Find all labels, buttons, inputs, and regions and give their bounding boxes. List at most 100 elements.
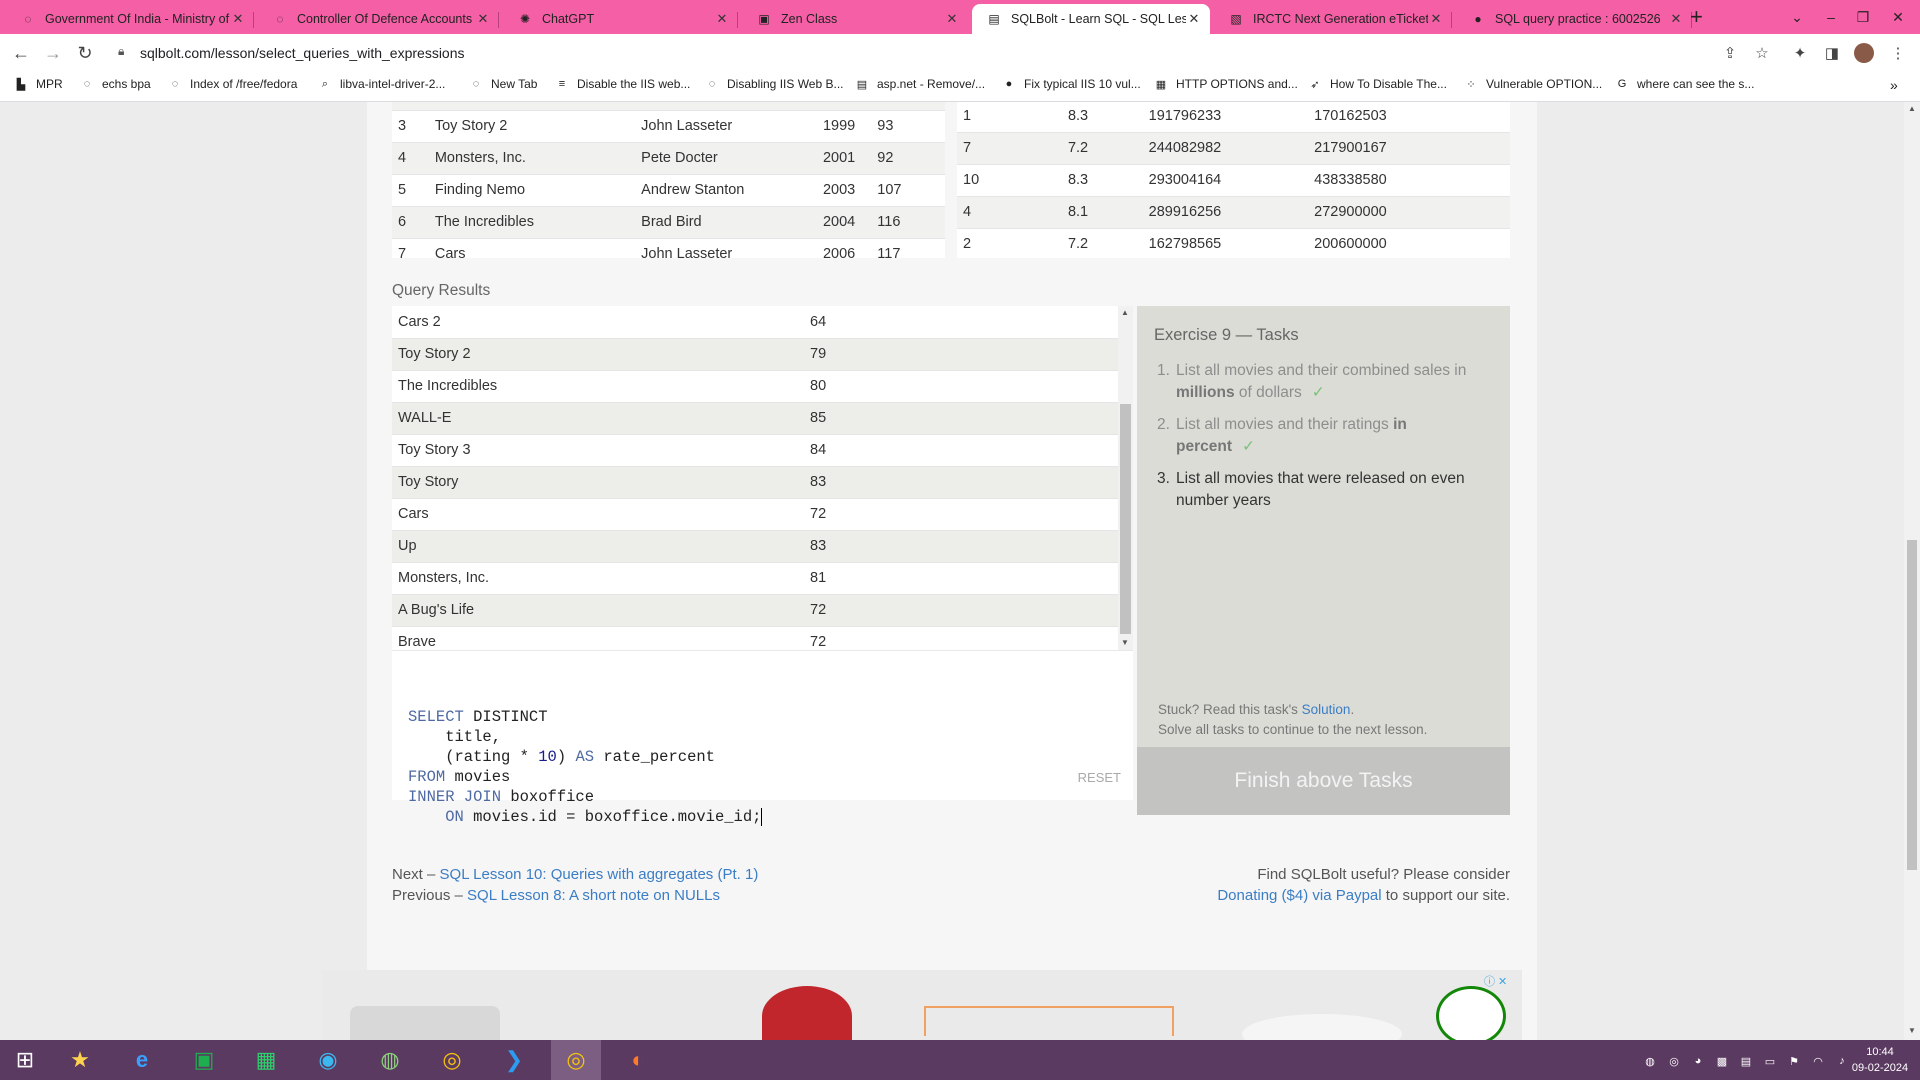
- page-scroll-up-icon[interactable]: ▲: [1908, 104, 1916, 113]
- tab-6[interactable]: ▧ IRCTC Next Generation eTicketing ✕: [1214, 4, 1452, 34]
- results-scrollbar[interactable]: ▲ ▼: [1118, 306, 1133, 650]
- query-results-table[interactable]: Cars 2 64 Toy Story 2 79 The Incredibles 80 WA…: [392, 306, 1133, 650]
- table-row: 4 8.1 289916256 272900000: [957, 196, 1510, 229]
- bookmark-item[interactable]: ▤ asp.net - Remove/...: [855, 77, 985, 91]
- start-icon[interactable]: ⊞: [0, 1040, 50, 1080]
- chrome-active-icon[interactable]: ◎: [551, 1040, 601, 1080]
- page-scrollbar-thumb[interactable]: [1907, 540, 1917, 870]
- page-scrollbar[interactable]: ▲ ▼: [1904, 102, 1920, 1040]
- language-icon[interactable]: ◍: [1642, 1053, 1658, 1069]
- edge-icon[interactable]: ◉: [303, 1040, 353, 1080]
- bookmark-item[interactable]: ◌ New Tab: [469, 77, 538, 91]
- table-cell: 92: [871, 142, 945, 175]
- chrome-tray-icon[interactable]: ◎: [1666, 1053, 1682, 1069]
- solution-link[interactable]: Solution: [1302, 702, 1351, 717]
- vscode-icon[interactable]: ❯: [489, 1040, 539, 1080]
- side-panel-icon[interactable]: ◨: [1820, 41, 1844, 65]
- favorites-app-icon[interactable]: ★: [55, 1040, 105, 1080]
- store-app-icon[interactable]: ▣: [179, 1040, 229, 1080]
- volume-icon[interactable]: ♪: [1834, 1053, 1850, 1069]
- tab-title: SQL query practice : 6002526: [1495, 12, 1661, 26]
- tab-7[interactable]: ● SQL query practice : 6002526 ✕: [1456, 4, 1692, 34]
- dots-icon: ⁘: [1466, 78, 1476, 91]
- address-bar[interactable]: 🔒︎ sqlbolt.com/lesson/select_queries_wit…: [106, 37, 1796, 68]
- scroll-down-icon[interactable]: ▼: [1121, 638, 1129, 647]
- tab-1[interactable]: ◌ Government Of India - Ministry of ✕: [6, 4, 254, 34]
- menu-icon[interactable]: ⋮: [1886, 41, 1910, 65]
- bookmark-item[interactable]: ◌ echs bpa: [80, 77, 151, 91]
- bookmark-item[interactable]: ◌ Disabling IIS Web B...: [705, 77, 844, 91]
- new-tab-button[interactable]: +: [1690, 6, 1703, 28]
- close-window-icon[interactable]: ✕: [1880, 0, 1916, 34]
- code-token: AS: [575, 748, 595, 766]
- bookmark-item[interactable]: ≡ Disable the IIS web...: [555, 77, 691, 91]
- tab-3[interactable]: ✺ ChatGPT ✕: [503, 4, 738, 34]
- ad-banner[interactable]: ⓘ ✕: [322, 970, 1522, 1040]
- share-icon[interactable]: ⇪: [1718, 41, 1742, 65]
- bookmark-item[interactable]: ⁘ Vulnerable OPTION...: [1464, 77, 1602, 91]
- table-row: 10 8.3 293004164 438338580: [957, 164, 1510, 197]
- restore-icon[interactable]: ❐: [1848, 0, 1878, 34]
- close-tab-icon[interactable]: ✕: [230, 11, 246, 27]
- wifi-icon[interactable]: ◠: [1810, 1053, 1826, 1069]
- display-tray-icon[interactable]: ▭: [1762, 1053, 1778, 1069]
- tasks-panel: Exercise 9 — Tasks 1. List all movies and…: [1137, 306, 1510, 815]
- close-tab-icon[interactable]: ✕: [714, 11, 730, 27]
- sql-editor[interactable]: SELECT DISTINCT title, (rating * 10) AS …: [392, 650, 1133, 826]
- close-tab-icon[interactable]: ✕: [1186, 11, 1202, 27]
- result-cell: The Incredibles: [392, 370, 804, 403]
- network-app-icon[interactable]: ◍: [365, 1040, 415, 1080]
- firefox-icon[interactable]: ◐: [613, 1040, 663, 1080]
- bookmark-item[interactable]: ▦ HTTP OPTIONS and...: [1154, 77, 1298, 91]
- result-row: WALL-E 85: [392, 402, 1118, 435]
- tab-4[interactable]: ▣ Zen Class ✕: [742, 4, 968, 34]
- finish-tasks-button[interactable]: Finish above Tasks: [1137, 747, 1510, 815]
- lesson-nav: Next – SQL Lesson 10: Queries with aggre…: [392, 866, 759, 904]
- close-tab-icon[interactable]: ✕: [1668, 11, 1684, 27]
- tab-5[interactable]: ▤ SQLBolt - Learn SQL - SQL Lesson✕: [972, 4, 1210, 34]
- bookmark-item[interactable]: ➶ How To Disable The...: [1308, 77, 1447, 91]
- reset-button[interactable]: RESET: [1078, 768, 1121, 788]
- internet-explorer-icon[interactable]: e: [117, 1040, 167, 1080]
- security-tray-icon[interactable]: ▩: [1714, 1053, 1730, 1069]
- minimize-icon[interactable]: –: [1816, 0, 1846, 34]
- more-bookmarks-icon[interactable]: »: [1890, 77, 1898, 93]
- next-lesson-link[interactable]: SQL Lesson 10: Queries with aggregates (…: [440, 866, 759, 883]
- result-cell: 64: [804, 306, 1118, 339]
- previous-lesson-link[interactable]: SQL Lesson 8: A short note on NULLs: [467, 887, 720, 904]
- stack-icon: ≡: [558, 78, 566, 90]
- tray-icon[interactable]: ◕: [1690, 1053, 1706, 1069]
- table-cell: Cars: [428, 238, 636, 258]
- close-tab-icon[interactable]: ✕: [1428, 11, 1444, 27]
- close-tab-icon[interactable]: ✕: [944, 11, 960, 27]
- donate-link[interactable]: Donating ($4) via Paypal: [1217, 887, 1381, 904]
- tab-2[interactable]: ◌ Controller Of Defence Accounts (✕: [258, 4, 499, 34]
- task-text: List all movies that were released on ev…: [1176, 470, 1465, 509]
- bookmark-item[interactable]: ▙ MPR: [14, 77, 63, 91]
- result-cell: 83: [804, 466, 1118, 499]
- database-icon: ▤: [988, 12, 1000, 26]
- table-cell: 116: [871, 206, 945, 239]
- reload-icon[interactable]: ↻: [74, 42, 96, 64]
- bookmark-item[interactable]: ⌕ libva-intel-driver-2...: [318, 77, 445, 91]
- extensions-icon[interactable]: ✦: [1788, 41, 1812, 65]
- adchoices-icon[interactable]: ⓘ ✕: [1484, 973, 1507, 989]
- calculator-icon[interactable]: ▦: [241, 1040, 291, 1080]
- bookmark-item[interactable]: Gwhere can see the s...: [1615, 77, 1755, 91]
- chrome-icon[interactable]: ◎: [427, 1040, 477, 1080]
- scrollbar-thumb[interactable]: [1120, 404, 1131, 634]
- scroll-up-icon[interactable]: ▲: [1121, 308, 1129, 317]
- avatar[interactable]: [1852, 41, 1876, 65]
- back-icon[interactable]: ←: [10, 42, 32, 64]
- tab-search-icon[interactable]: ⌄: [1782, 0, 1812, 34]
- bookmark-item[interactable]: ◌ Index of /free/fedora: [168, 77, 298, 91]
- close-tab-icon[interactable]: ✕: [475, 11, 491, 27]
- forward-icon[interactable]: →: [42, 42, 64, 64]
- clock[interactable]: 10:44 09-02-2024: [1850, 1044, 1910, 1076]
- table-cell: 117: [871, 238, 945, 258]
- bookmark-item[interactable]: ● Fix typical IIS 10 vul...: [1002, 77, 1141, 91]
- star-icon[interactable]: ☆: [1750, 41, 1774, 65]
- network-tray-icon[interactable]: ▤: [1738, 1053, 1754, 1069]
- flag-tray-icon[interactable]: ⚑: [1786, 1053, 1802, 1069]
- page-scroll-down-icon[interactable]: ▼: [1908, 1026, 1916, 1035]
